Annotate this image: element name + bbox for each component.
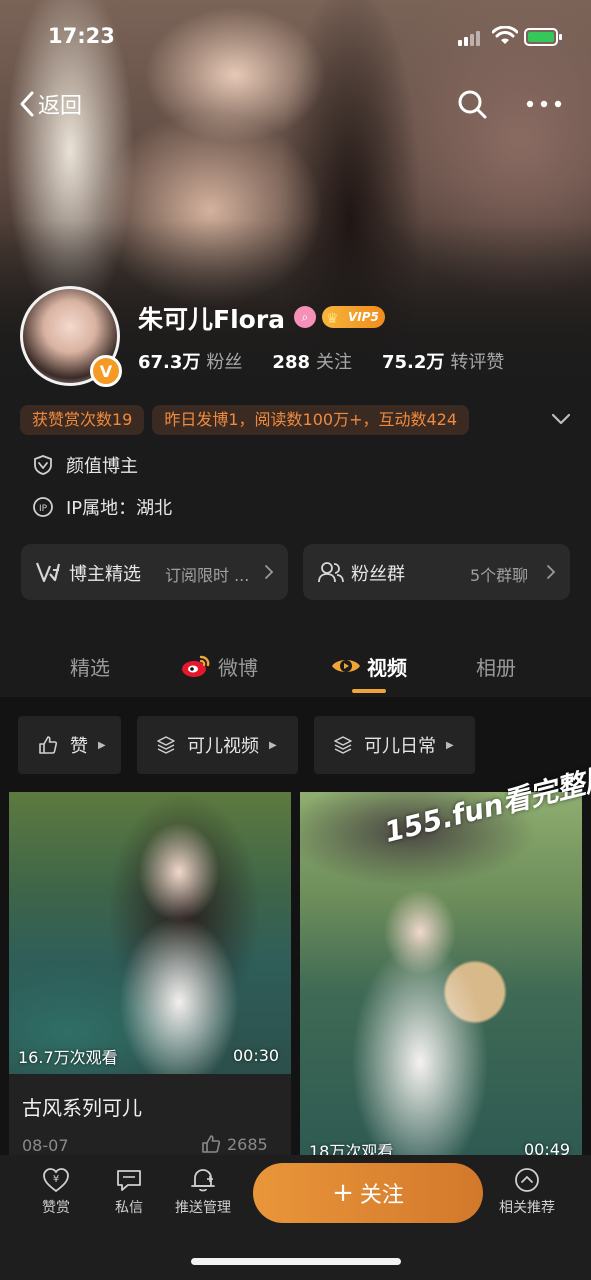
tag-tips[interactable]: 获赞赏次数19 xyxy=(20,405,145,435)
tab-featured[interactable]: 精选 xyxy=(70,652,110,681)
filter-likes[interactable]: 赞 ▶ xyxy=(18,716,121,774)
stat-number: 288 xyxy=(272,352,310,373)
active-tab-indicator xyxy=(352,689,386,693)
thumbs-up-icon xyxy=(202,1135,221,1153)
vip-label: VIP5 xyxy=(348,310,379,324)
stat-number: 67.3万 xyxy=(138,352,201,373)
tip-label: 赞赏 xyxy=(42,1200,70,1216)
push-settings-button[interactable]: 推送管理 xyxy=(163,1167,243,1217)
wifi-icon xyxy=(492,26,518,44)
svg-text:IP: IP xyxy=(39,504,48,514)
filter-label: 可儿日常 xyxy=(364,736,436,757)
related-button[interactable]: 相关推荐 xyxy=(487,1167,567,1217)
video-eye-icon xyxy=(332,660,360,672)
ip-label: IP属地：湖北 xyxy=(66,498,173,519)
search-icon[interactable] xyxy=(456,88,488,120)
tab-album[interactable]: 相册 xyxy=(476,652,516,681)
more-icon[interactable] xyxy=(526,100,562,108)
status-time: 17:23 xyxy=(48,24,115,48)
tag-daily-stats[interactable]: 昨日发博1，阅读数100万+，互动数424 xyxy=(152,405,470,435)
video-thumbnail[interactable] xyxy=(9,792,291,1074)
top-nav: 返回 xyxy=(0,82,591,128)
video-title: 古风系列可儿 xyxy=(22,1096,142,1120)
shield-icon xyxy=(34,455,52,475)
ip-row: IP IP属地：湖北 xyxy=(32,494,172,520)
stat-number: 75.2万 xyxy=(382,352,445,373)
profile-tags: 获赞赏次数19 昨日发博1，阅读数100万+，互动数424 xyxy=(20,405,477,435)
video-views: 16.7万次观看 xyxy=(18,1048,118,1067)
ip-location-icon: IP xyxy=(33,497,53,517)
role-row: 颜值博主 xyxy=(32,452,138,478)
tab-video[interactable]: 视频 xyxy=(367,652,407,681)
video-card[interactable]: 18万次观看 00:49 xyxy=(300,792,582,1156)
bell-icon xyxy=(191,1169,215,1192)
verified-badge: V xyxy=(90,355,122,387)
battery-icon xyxy=(524,28,562,46)
featured-title: 博主精选 xyxy=(69,564,141,585)
back-button[interactable]: 返回 xyxy=(18,88,82,120)
back-label: 返回 xyxy=(38,94,83,119)
video-like-count: 2685 xyxy=(227,1134,268,1154)
chevron-right-icon xyxy=(547,565,556,579)
video-thumbnail[interactable] xyxy=(300,792,582,1156)
filter-label: 赞 xyxy=(70,736,88,757)
tab-weibo[interactable]: 微博 xyxy=(218,652,258,681)
filter-keer-video[interactable]: 可儿视频 ▶ xyxy=(137,716,298,774)
home-indicator[interactable] xyxy=(191,1258,401,1265)
stat-label: 关注 xyxy=(316,352,352,373)
filter-label: 可儿视频 xyxy=(187,736,259,757)
featured-subtitle: 订阅限时 ... xyxy=(165,566,250,585)
filter-keer-daily[interactable]: 可儿日常 ▶ xyxy=(314,716,475,774)
thumbs-up-icon xyxy=(39,736,58,754)
video-duration: 00:49 xyxy=(524,1140,571,1156)
chat-icon xyxy=(117,1170,141,1191)
stat-label: 粉丝 xyxy=(206,352,243,373)
message-label: 私信 xyxy=(115,1200,143,1216)
chevron-down-icon[interactable] xyxy=(551,412,571,426)
chevron-right-icon xyxy=(265,565,274,579)
related-label: 相关推荐 xyxy=(499,1200,555,1216)
weibo-icon xyxy=(182,655,210,677)
search-badge-icon[interactable]: ⌕ xyxy=(294,306,316,328)
svg-text:¥: ¥ xyxy=(53,1174,59,1185)
featured-card[interactable]: 博主精选 订阅限时 ... xyxy=(21,544,288,600)
layers-icon xyxy=(334,736,352,754)
stat-label: 转评赞 xyxy=(450,352,505,373)
video-date: 08-07 xyxy=(22,1136,69,1155)
chevron-left-icon xyxy=(20,91,34,117)
role-label: 颜值博主 xyxy=(66,456,138,477)
profile-name: 朱可儿Flora xyxy=(138,305,286,334)
fan-group-title: 粉丝群 xyxy=(351,564,405,585)
push-label: 推送管理 xyxy=(175,1200,231,1216)
stat-following[interactable]: 288 关注 xyxy=(272,348,352,374)
plus-icon: + xyxy=(332,1178,354,1208)
signal-icon xyxy=(458,30,484,46)
video-views: 18万次观看 xyxy=(309,1142,394,1156)
tip-heart-icon: ¥ xyxy=(43,1168,69,1193)
stat-fans[interactable]: 67.3万 粉丝 xyxy=(138,348,242,374)
stat-interactions[interactable]: 75.2万 转评赞 xyxy=(382,348,504,374)
video-like-button[interactable]: 2685 xyxy=(201,1134,268,1154)
group-icon xyxy=(318,562,344,583)
video-card[interactable]: 16.7万次观看 00:30 古风系列可儿 08-07 2685 xyxy=(9,792,291,1158)
crown-icon: ♛ xyxy=(326,311,339,327)
follow-button[interactable]: + 关注 xyxy=(253,1163,483,1223)
profile-stats: 67.3万 粉丝 288 关注 75.2万 转评赞 xyxy=(138,348,534,374)
fan-group-card[interactable]: 粉丝群 5个群聊 xyxy=(303,544,570,600)
featured-v-icon xyxy=(35,562,61,583)
follow-label: 关注 xyxy=(359,1183,404,1208)
layers-icon xyxy=(157,736,175,754)
chevron-up-circle-icon xyxy=(515,1168,539,1192)
vip-badge[interactable]: ♛ VIP5 xyxy=(322,306,385,328)
fan-group-subtitle: 5个群聊 xyxy=(470,566,529,585)
tip-button[interactable]: ¥ 赞赏 xyxy=(16,1167,96,1217)
bottom-action-bar: ¥ 赞赏 私信 推送管理 + 关注 相关推荐 xyxy=(0,1155,591,1280)
status-bar: 17:23 xyxy=(0,0,591,70)
video-duration: 00:30 xyxy=(233,1046,280,1065)
message-button[interactable]: 私信 xyxy=(89,1167,169,1217)
profile-tabs: 精选 微博 视频 相册 xyxy=(0,640,591,696)
